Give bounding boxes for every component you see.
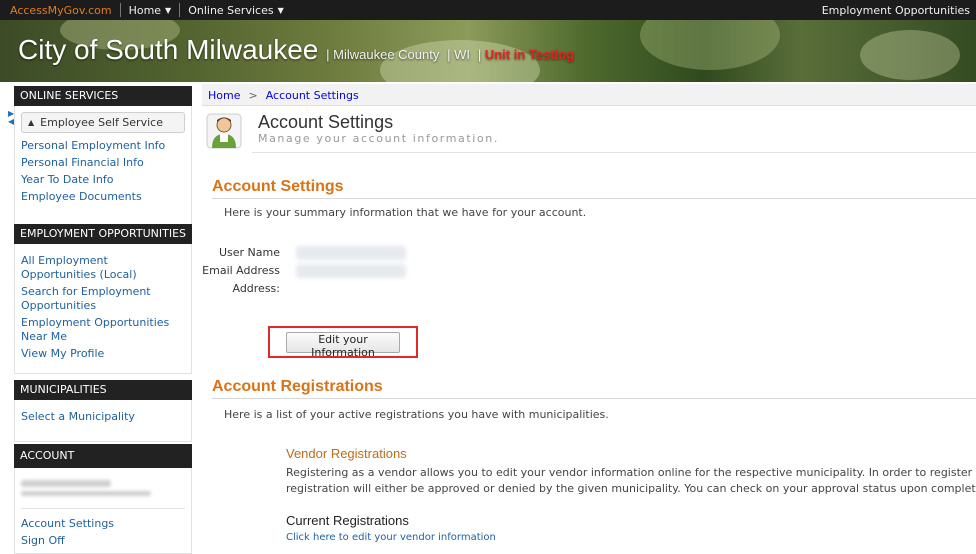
address-label: Address: xyxy=(232,282,280,295)
user-name-row: User Name xyxy=(202,244,502,261)
page-tagline: Manage your account information. xyxy=(258,132,499,145)
sidebar-item-employee-documents[interactable]: Employee Documents xyxy=(21,190,185,204)
breadcrumb: Home > Account Settings xyxy=(202,84,976,106)
section-divider xyxy=(212,398,976,399)
account-settings-heading: Account Settings xyxy=(212,178,344,195)
banner-foliage xyxy=(860,30,960,80)
sidebar-item-all-employment[interactable]: All Employment Opportunities (Local) xyxy=(21,254,185,282)
employee-self-service-toggle[interactable]: ▲ Employee Self Service xyxy=(21,112,185,133)
account-section: ACCOUNT Account Settings Sign Off xyxy=(14,444,192,554)
nav-online-services-label: Online Services xyxy=(188,3,274,17)
sidebar-item-select-municipality[interactable]: Select a Municipality xyxy=(21,410,185,424)
chevron-down-icon: ▼ xyxy=(165,5,172,15)
nav-home-menu[interactable]: Home ▼ xyxy=(121,4,180,17)
sidebar-item-employment-near-me[interactable]: Employment Opportunities Near Me xyxy=(21,316,185,344)
page-header: Account Settings Manage your account inf… xyxy=(206,112,499,150)
page-title: Account Settings xyxy=(258,112,394,132)
nav-home-label: Home xyxy=(128,3,162,17)
online-services-section: ONLINE SERVICES ▲ Employee Self Service … xyxy=(14,86,192,236)
vendor-text-line: registration will either be approved or … xyxy=(286,482,976,495)
vendor-registrations-description: Registering as a vendor allows you to ed… xyxy=(286,465,976,497)
email-row: Email Address xyxy=(202,262,502,279)
current-registrations-heading: Current Registrations xyxy=(286,513,409,528)
vendor-text-line: Registering as a vendor allows you to ed… xyxy=(286,466,976,479)
breadcrumb-separator: > xyxy=(248,89,258,102)
nav-employment-link[interactable]: Employment Opportunities xyxy=(822,4,976,17)
registrations-description: Here is a list of your active registrati… xyxy=(224,408,609,421)
section-header: MUNICIPALITIES xyxy=(14,380,192,400)
user-name-value-redacted xyxy=(296,245,406,260)
brand-link[interactable]: AccessMyGov.com xyxy=(0,4,120,17)
sidebar: ▶ ◀ ONLINE SERVICES ▲ Employee Self Servi… xyxy=(0,84,196,554)
sidebar-item-sign-off[interactable]: Sign Off xyxy=(21,534,185,548)
sidebar-item-year-to-date[interactable]: Year To Date Info xyxy=(21,173,185,187)
chevron-down-icon: ▼ xyxy=(277,5,284,15)
divider xyxy=(21,508,185,509)
account-name-redacted xyxy=(21,480,111,487)
section-divider xyxy=(212,198,976,199)
user-name-label: User Name xyxy=(218,246,280,259)
main-content: Home > Account Settings Account Settings… xyxy=(202,84,976,554)
employment-section: EMPLOYMENT OPPORTUNITIES All Employment … xyxy=(14,224,192,374)
account-registrations-heading: Account Registrations xyxy=(212,378,383,395)
email-value-redacted xyxy=(296,263,406,278)
chevron-up-icon: ▲ xyxy=(28,118,35,127)
breadcrumb-current[interactable]: Account Settings xyxy=(266,89,359,105)
address-row: Address: xyxy=(202,280,502,297)
sidebar-item-search-employment[interactable]: Search for Employment Opportunities xyxy=(21,285,185,313)
header-divider xyxy=(252,152,976,153)
section-header: EMPLOYMENT OPPORTUNITIES xyxy=(14,224,192,244)
breadcrumb-home[interactable]: Home xyxy=(208,89,240,105)
testing-badge: Unit in Testing xyxy=(484,47,575,62)
county-name: Milwaukee County xyxy=(333,47,440,62)
group-label: Employee Self Service xyxy=(40,116,163,129)
account-email-redacted xyxy=(21,491,151,496)
user-profile-icon xyxy=(206,113,242,149)
section-header: ACCOUNT xyxy=(14,444,192,468)
sidebar-item-personal-employment[interactable]: Personal Employment Info xyxy=(21,139,185,153)
edit-information-button[interactable]: Edit your Information xyxy=(286,332,400,359)
state-name: WI xyxy=(454,47,471,62)
sidebar-item-view-profile[interactable]: View My Profile xyxy=(21,347,185,361)
edit-vendor-info-link[interactable]: Click here to edit your vendor informati… xyxy=(286,532,496,543)
site-title: City of South Milwaukee | Milwaukee Coun… xyxy=(18,34,575,65)
account-settings-description: Here is your summary information that we… xyxy=(224,206,587,219)
banner-foliage xyxy=(640,20,780,70)
top-nav-bar: AccessMyGov.com Home ▼ Online Services ▼… xyxy=(0,0,976,20)
city-name: City of South Milwaukee xyxy=(18,34,319,65)
section-header: ONLINE SERVICES xyxy=(14,86,192,106)
nav-online-services-menu[interactable]: Online Services ▼ xyxy=(180,4,292,17)
email-address-label: Email Address xyxy=(202,264,280,277)
vendor-registrations-heading: Vendor Registrations xyxy=(286,446,407,461)
municipalities-section: MUNICIPALITIES Select a Municipality xyxy=(14,380,192,442)
sidebar-item-personal-financial[interactable]: Personal Financial Info xyxy=(21,156,185,170)
city-banner: City of South Milwaukee | Milwaukee Coun… xyxy=(0,20,976,82)
sidebar-item-account-settings[interactable]: Account Settings xyxy=(21,517,185,531)
